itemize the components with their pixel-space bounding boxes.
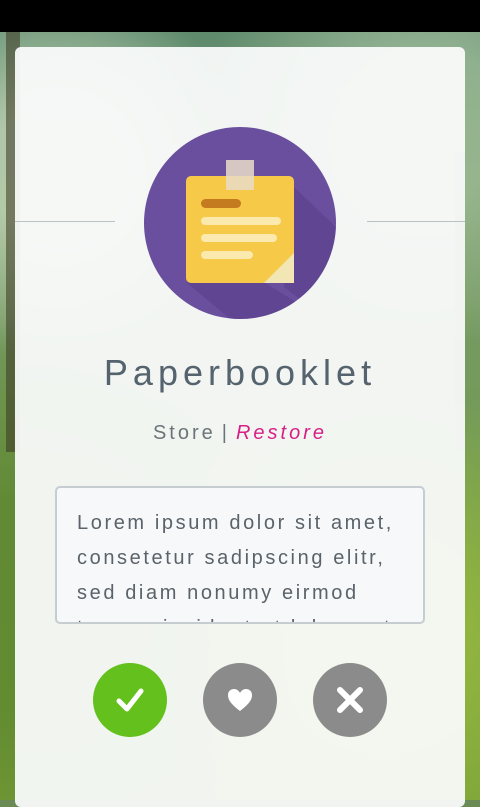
store-links: Store | Restore	[0, 422, 480, 445]
status-bar	[0, 0, 480, 32]
restore-link[interactable]: Restore	[236, 422, 327, 444]
divider-right	[367, 221, 465, 222]
divider-left	[15, 221, 115, 222]
link-separator: |	[221, 422, 230, 444]
favorite-button[interactable]	[203, 663, 277, 737]
sticky-note-icon	[144, 127, 336, 319]
app-title: Paperbooklet	[103, 352, 377, 393]
close-icon	[337, 687, 363, 713]
accept-button[interactable]	[93, 663, 167, 737]
reject-button[interactable]	[313, 663, 387, 737]
description-box[interactable]: Lorem ipsum dolor sit amet, consetetur s…	[55, 486, 425, 624]
checkmark-icon	[116, 688, 144, 712]
description-text: Lorem ipsum dolor sit amet, consetetur s…	[77, 512, 394, 622]
store-link[interactable]: Store	[153, 422, 216, 444]
heart-icon	[228, 689, 252, 711]
